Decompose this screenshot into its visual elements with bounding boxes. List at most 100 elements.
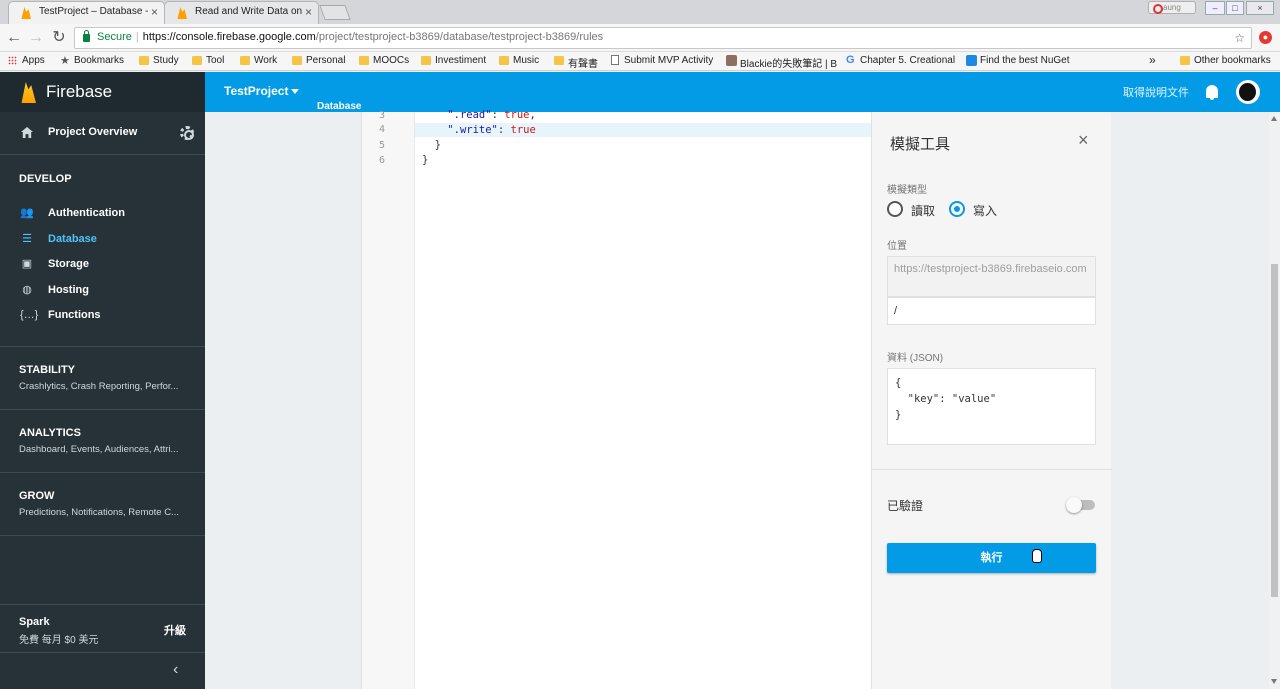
url-input[interactable]: Secure | https://console.firebase.google.c…: [74, 27, 1252, 49]
bookmark-page[interactable]: Blackie的失敗筆記 | B: [726, 55, 837, 70]
bookmark-folder[interactable]: Tool: [192, 55, 224, 66]
bookmark-star-icon[interactable]: ☆: [1234, 31, 1245, 45]
collapse-sidebar-button[interactable]: ‹: [0, 652, 205, 689]
chevron-left-icon: ‹: [173, 661, 179, 678]
write-radio-label[interactable]: 寫入: [973, 202, 997, 219]
brand[interactable]: Firebase: [0, 72, 205, 112]
divider: [0, 535, 205, 536]
other-bookmarks[interactable]: Other bookmarks: [1180, 55, 1271, 66]
new-tab-button[interactable]: [319, 5, 351, 20]
sim-type-label: 模擬類型: [887, 185, 927, 196]
grow-title[interactable]: GROW: [19, 490, 54, 502]
bookmark-page[interactable]: Find the best NuGet: [966, 55, 1070, 66]
firebase-logo-icon: [21, 82, 36, 103]
code-line: ".write": true: [447, 124, 536, 136]
bookmark-folder[interactable]: Music: [499, 55, 539, 66]
folder-icon: [240, 56, 250, 65]
maximize-button[interactable]: □: [1226, 1, 1244, 15]
sidebar-item-database[interactable]: ☰ Database: [0, 228, 205, 252]
google-icon: G: [846, 54, 855, 66]
bookmark-folder[interactable]: Study: [139, 55, 179, 66]
auth-toggle[interactable]: [1066, 497, 1095, 513]
folder-icon: [421, 56, 431, 65]
bookmark-folder[interactable]: Personal: [292, 55, 345, 66]
scroll-up-icon[interactable]: [1271, 116, 1277, 121]
run-button[interactable]: 執行: [887, 543, 1096, 573]
back-icon[interactable]: ←: [5, 29, 23, 47]
data-json-input[interactable]: { "key": "value" }: [887, 368, 1096, 445]
page-title: Database: [317, 101, 362, 112]
divider: [0, 346, 205, 347]
top-bar: TestProject Database 取得說明文件: [205, 72, 1280, 112]
upgrade-button[interactable]: 升級: [164, 622, 186, 638]
tab-title: Read and Write Data on: [195, 6, 303, 17]
tab-close-icon[interactable]: ×: [151, 5, 158, 19]
tab-title: TestProject – Database -: [39, 6, 149, 17]
browser-tab[interactable]: Read and Write Data on ×: [164, 1, 319, 24]
bell-icon[interactable]: [1206, 85, 1218, 100]
profile-badge[interactable]: aung: [1148, 1, 1196, 14]
sidebar-item-functions[interactable]: {…} Functions: [0, 304, 205, 328]
line-number: 6: [378, 155, 385, 166]
bookmark-page[interactable]: G Chapter 5. Creational: [846, 54, 955, 66]
grow-sub: Predictions, Notifications, Remote C...: [19, 507, 179, 518]
scroll-thumb[interactable]: [1271, 264, 1278, 597]
scroll-down-icon[interactable]: [1271, 679, 1277, 684]
stability-title[interactable]: STABILITY: [19, 364, 75, 376]
bookmark-folder[interactable]: Investiment: [421, 55, 486, 66]
page-scrollbar[interactable]: [1269, 112, 1280, 689]
read-radio[interactable]: [887, 201, 903, 217]
line-number: 3: [378, 110, 385, 121]
bookmark-apps[interactable]: Apps: [8, 55, 45, 66]
project-selector[interactable]: TestProject: [224, 84, 288, 98]
folder-icon: [499, 56, 509, 65]
url-path: /project/testproject-b3869/database/test…: [315, 31, 604, 43]
folder-icon: [359, 56, 369, 65]
minimize-button[interactable]: –: [1205, 1, 1225, 15]
image-icon: ▣: [21, 258, 33, 270]
bookmark-page[interactable]: Submit MVP Activity: [610, 55, 713, 66]
browser-tab-active[interactable]: TestProject – Database - ×: [8, 1, 165, 24]
divider: [0, 472, 205, 473]
folder-icon: [139, 56, 149, 65]
database-icon: ☰: [22, 233, 32, 245]
simulator-panel: 模擬工具 × 模擬類型 讀取 寫入 位置 https://testproject…: [871, 112, 1112, 689]
extension-icon[interactable]: ●: [1259, 31, 1272, 44]
write-radio[interactable]: [949, 201, 965, 217]
bookmark-folder[interactable]: Work: [240, 55, 277, 66]
tab-close-icon[interactable]: ×: [305, 5, 312, 19]
divider: [872, 469, 1112, 470]
line-number: 4: [378, 124, 385, 135]
globe-icon: ◍: [22, 284, 32, 296]
sidebar-item-hosting[interactable]: ◍ Hosting: [0, 279, 205, 303]
apps-icon: [8, 56, 17, 65]
bookmark-bookmarks[interactable]: ★ Bookmarks: [60, 55, 124, 67]
project-overview[interactable]: Project Overview: [0, 112, 205, 155]
url-host: https://console.firebase.google.com: [142, 31, 316, 43]
bookmarks-bar: Apps ★ Bookmarks Study Tool Work Personal…: [0, 52, 1280, 71]
bookmark-folder[interactable]: 有聲書: [554, 55, 598, 70]
docs-link[interactable]: 取得說明文件: [1123, 84, 1189, 100]
forward-icon[interactable]: →: [27, 29, 45, 47]
auth-label: 已驗證: [887, 499, 924, 513]
stability-sub: Crashlytics, Crash Reporting, Perfor...: [19, 381, 179, 392]
sidebar: Firebase Project Overview DEVELOP 👥 Auth…: [0, 72, 205, 689]
location-path-input[interactable]: /: [887, 297, 1096, 325]
close-window-button[interactable]: ×: [1246, 1, 1274, 15]
close-icon[interactable]: ×: [1078, 131, 1089, 149]
develop-title: DEVELOP: [19, 173, 72, 185]
gear-icon[interactable]: [180, 126, 194, 140]
chevron-down-icon[interactable]: [291, 89, 299, 94]
sidebar-item-authentication[interactable]: 👥 Authentication: [0, 202, 205, 226]
sidebar-item-storage[interactable]: ▣ Storage: [0, 253, 205, 277]
code-line: ".read": true,: [447, 109, 536, 121]
people-icon: 👥: [20, 207, 34, 219]
reload-icon[interactable]: ↻: [50, 29, 68, 47]
folder-icon: [554, 56, 564, 65]
rules-editor[interactable]: 3 4 5 6 ".read": true, ".write": true } …: [361, 109, 872, 689]
read-radio-label[interactable]: 讀取: [911, 202, 935, 219]
bookmark-folder[interactable]: MOOCs: [359, 55, 409, 66]
analytics-title[interactable]: ANALYTICS: [19, 427, 81, 439]
more-bookmarks-button[interactable]: »: [1149, 53, 1156, 67]
avatar[interactable]: [1236, 80, 1260, 104]
